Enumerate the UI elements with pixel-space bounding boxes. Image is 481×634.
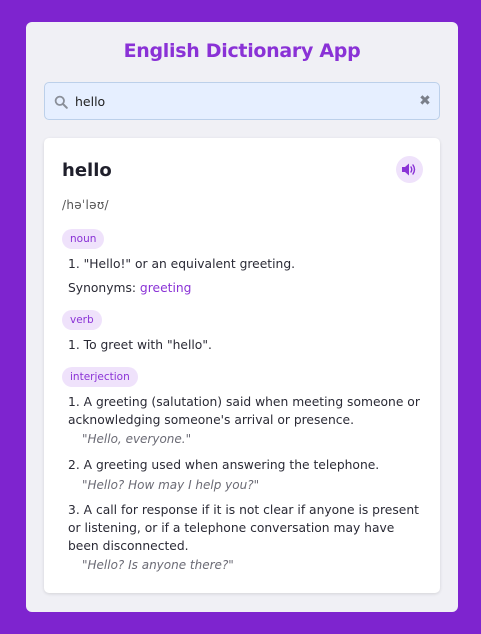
word-heading: hello (62, 160, 112, 181)
part-of-speech-badge: interjection (62, 367, 138, 387)
definition-text: 1. A greeting (salutation) said when mee… (68, 395, 420, 427)
part-of-speech-badge: noun (62, 229, 105, 249)
synonyms-line: Synonyms: greeting (68, 281, 191, 295)
search-bar: ✖ (44, 82, 440, 120)
app-title: English Dictionary App (123, 40, 361, 62)
definition-text: 1. To greet with "hello". (68, 338, 212, 352)
play-audio-button[interactable] (396, 156, 423, 183)
speaker-icon (402, 163, 416, 176)
definition-text: 1. "Hello!" or an equivalent greeting. (68, 257, 296, 271)
close-icon[interactable]: ✖ (417, 93, 433, 109)
example-text: "Hello? Is anyone there?" (82, 558, 234, 572)
definition-text: 3. A call for response if it is not clea… (68, 503, 419, 553)
dictionary-app: English Dictionary App ✖ hello /həˈləʊ/ … (26, 22, 458, 612)
example-text: "Hello, everyone." (82, 432, 192, 446)
definition-text: 2. A greeting used when answering the te… (68, 458, 380, 472)
search-icon (54, 94, 68, 109)
part-of-speech-badge: verb (62, 310, 102, 330)
definition-card: hello /həˈləʊ/ noun 1. "Hello!" or an eq… (44, 138, 440, 593)
search-input[interactable] (75, 83, 405, 119)
phonetic-text: /həˈləʊ/ (62, 198, 109, 212)
synonyms-label: Synonyms: (68, 281, 136, 295)
example-text: "Hello? How may I help you?" (82, 478, 260, 492)
synonym-link[interactable]: greeting (140, 281, 192, 295)
